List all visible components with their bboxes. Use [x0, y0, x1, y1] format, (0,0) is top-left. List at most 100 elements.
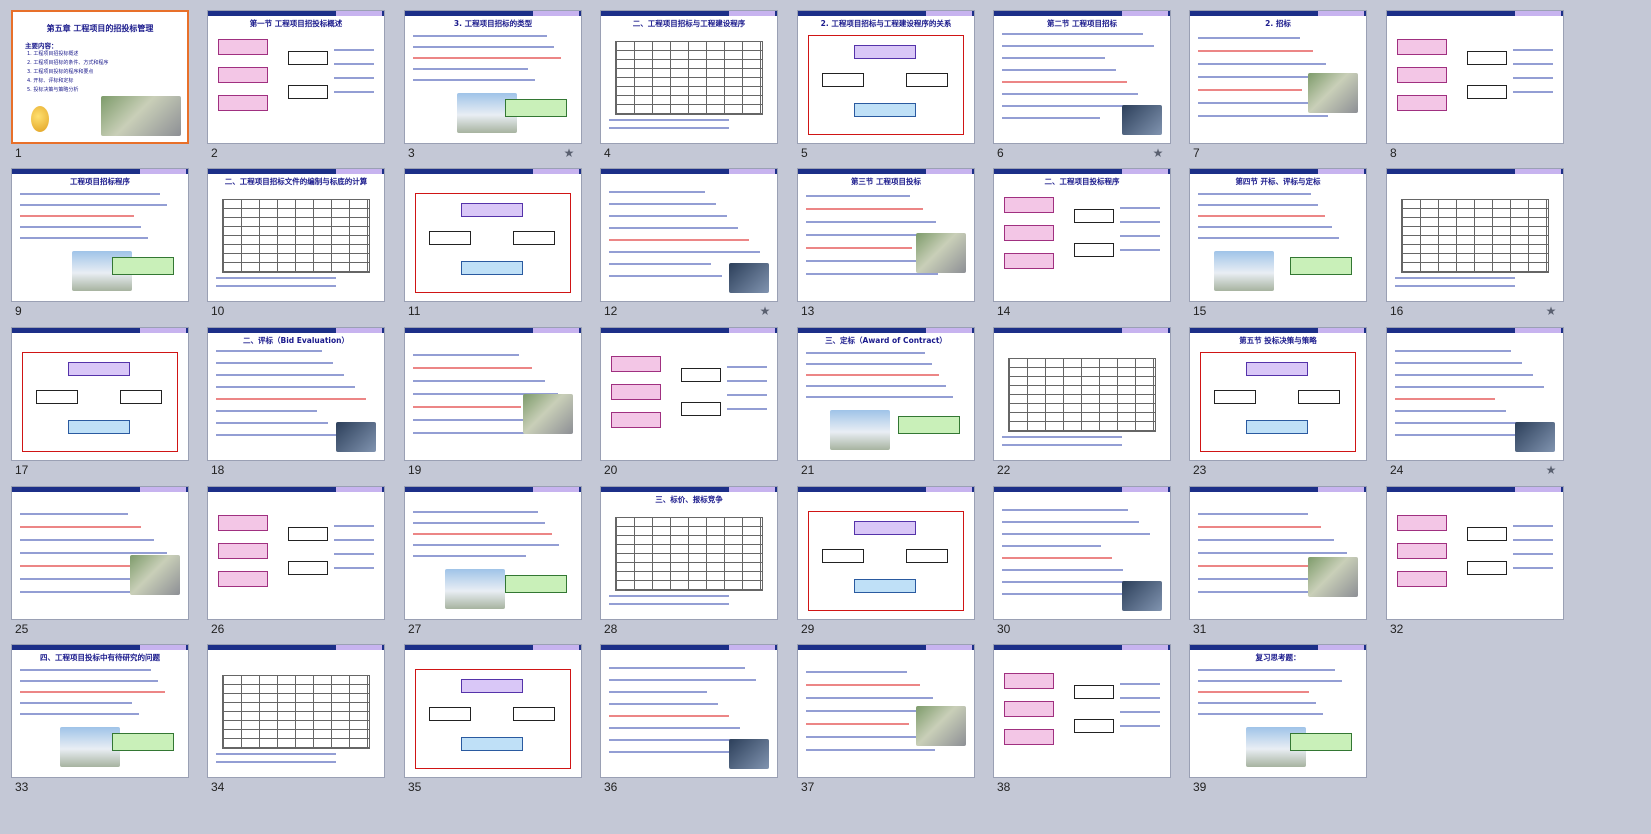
slide-thumbnail[interactable]: 二、评标（Bid Evaluation） [207, 327, 385, 461]
slide-thumbnail-cell[interactable]: 二、工程项目投标程序 14 [993, 168, 1171, 322]
slide-thumbnail-cell[interactable]: 37 [797, 644, 975, 798]
text-line [1002, 557, 1112, 559]
header-bar [1190, 169, 1366, 174]
diagram-box [611, 356, 661, 372]
slide-thumbnail-cell[interactable]: 12 ★ [600, 168, 778, 322]
animation-star-icon: ★ [1545, 304, 1557, 318]
slide-thumbnail-cell[interactable]: 30 [993, 486, 1171, 640]
slide-thumbnail-cell[interactable]: 第三节 工程项目投标 13 [797, 168, 975, 322]
slide-thumbnail[interactable]: 第五节 投标决策与策略 [1189, 327, 1367, 461]
slide-thumbnail[interactable] [600, 168, 778, 302]
slide-thumbnail[interactable]: 二、工程项目招标文件的编制与标底的计算 [207, 168, 385, 302]
slide-thumbnail[interactable] [993, 486, 1171, 620]
slide-thumbnail[interactable]: 二、工程项目投标程序 [993, 168, 1171, 302]
text-line [216, 285, 336, 287]
slide-thumbnail[interactable] [600, 644, 778, 778]
slide-thumbnail-cell[interactable]: 三、定标（Award of Contract） 21 [797, 327, 975, 481]
slide-thumbnail[interactable]: 第四节 开标、评标与定标 [1189, 168, 1367, 302]
slide-number: 24 [1390, 463, 1404, 477]
slide-thumbnail-cell[interactable]: 第四节 开标、评标与定标 15 [1189, 168, 1367, 322]
slide-thumbnail-cell[interactable]: 8 [1386, 10, 1564, 164]
slide-thumbnail-cell[interactable]: 31 [1189, 486, 1367, 640]
header-bar [601, 328, 777, 333]
text-line [413, 46, 554, 48]
slide-thumbnail[interactable] [404, 644, 582, 778]
slide-thumbnail[interactable] [993, 327, 1171, 461]
slide-thumbnail[interactable] [993, 644, 1171, 778]
slide-thumbnail[interactable]: 2. 工程项目招标与工程建设程序的关系 [797, 10, 975, 144]
slide-thumbnail[interactable] [404, 486, 582, 620]
slide-thumbnail-cell[interactable]: 19 [404, 327, 582, 481]
slide-thumbnail-cell[interactable]: 35 [404, 644, 582, 798]
slide-thumbnail-cell[interactable]: 25 [11, 486, 189, 640]
slide-thumbnail[interactable] [404, 168, 582, 302]
slide-thumbnail[interactable] [1189, 486, 1367, 620]
slide-thumbnail[interactable] [1386, 168, 1564, 302]
slide-thumbnail[interactable] [1386, 327, 1564, 461]
slide-thumbnail[interactable]: 第一节 工程项目招投标概述 [207, 10, 385, 144]
slide-thumbnail-cell[interactable]: 29 [797, 486, 975, 640]
diagram-box [681, 402, 721, 416]
slide-thumbnail-cell[interactable]: 2. 工程项目招标与工程建设程序的关系 5 [797, 10, 975, 164]
slide-thumbnail[interactable]: 二、工程项目招标与工程建设程序 [600, 10, 778, 144]
slide-thumbnail[interactable]: 3. 工程项目招标的类型 [404, 10, 582, 144]
slide-thumbnail[interactable] [11, 327, 189, 461]
diagram-box [461, 261, 523, 275]
slide-thumbnail-cell[interactable]: 二、工程项目招标文件的编制与标底的计算 10 [207, 168, 385, 322]
text-line [1513, 539, 1553, 541]
slide-thumbnail-cell[interactable]: 第一节 工程项目招投标概述 2 [207, 10, 385, 164]
slide-thumbnail-cell[interactable]: 11 [404, 168, 582, 322]
slide-thumbnail-cell[interactable]: 第五章 工程项目的招投标管理 主要内容： 1. 工程项目招投标概述 2. 工程项目招标… [11, 10, 189, 164]
slide-thumbnail[interactable] [797, 644, 975, 778]
slide-thumbnail[interactable] [11, 486, 189, 620]
slide-number: 37 [801, 780, 815, 794]
slide-thumbnail-cell[interactable]: 36 [600, 644, 778, 798]
slide-thumbnail-cell[interactable]: 24 ★ [1386, 327, 1564, 481]
diagram-box [1004, 225, 1054, 241]
slide-thumbnail[interactable]: 三、标价、报标竞争 [600, 486, 778, 620]
slide-thumbnail-cell[interactable]: 27 [404, 486, 582, 640]
slide-thumbnail[interactable]: 四、工程项目投标中有待研究的问题 [11, 644, 189, 778]
slide-thumbnail-cell[interactable]: 3. 工程项目招标的类型 3 ★ [404, 10, 582, 164]
slide-thumbnail[interactable]: 工程项目招标程序 [11, 168, 189, 302]
slide-thumbnail[interactable] [600, 327, 778, 461]
slide-thumbnail[interactable]: 复习思考题： [1189, 644, 1367, 778]
slide-thumbnail-cell[interactable]: 20 [600, 327, 778, 481]
header-tag [729, 328, 775, 333]
slide-thumbnail-cell[interactable]: 四、工程项目投标中有待研究的问题 33 [11, 644, 189, 798]
slide-thumbnail-cell[interactable]: 二、工程项目招标与工程建设程序 4 [600, 10, 778, 164]
slide-thumbnail[interactable] [207, 644, 385, 778]
slide-thumbnail-cell[interactable]: 32 [1386, 486, 1564, 640]
slide-thumbnail[interactable] [404, 327, 582, 461]
header-bar [405, 328, 581, 333]
slide-thumbnail[interactable]: 第五章 工程项目的招投标管理 主要内容： 1. 工程项目招投标概述 2. 工程项目招标… [11, 10, 189, 144]
slide-thumbnail[interactable]: 第二节 工程项目招标 [993, 10, 1171, 144]
header-bar [208, 487, 384, 492]
slide-thumbnail[interactable]: 第三节 工程项目投标 [797, 168, 975, 302]
text-line [806, 385, 946, 387]
diagram-box [461, 679, 523, 693]
slide-thumbnail[interactable]: 2. 招标 [1189, 10, 1367, 144]
slide-thumbnail[interactable] [207, 486, 385, 620]
slide-thumbnail-cell[interactable]: 17 [11, 327, 189, 481]
slide-title [16, 335, 184, 347]
slide-thumbnail-cell[interactable]: 2. 招标 7 [1189, 10, 1367, 164]
slide-thumbnail[interactable] [1386, 486, 1564, 620]
slide-thumbnail[interactable] [1386, 10, 1564, 144]
text-line [806, 671, 907, 673]
slide-thumbnail-cell[interactable]: 26 [207, 486, 385, 640]
diagram-box [1004, 701, 1054, 717]
diagram-box [288, 85, 328, 99]
slide-thumbnail-cell[interactable]: 22 [993, 327, 1171, 481]
slide-thumbnail-cell[interactable]: 工程项目招标程序 9 [11, 168, 189, 322]
slide-thumbnail[interactable]: 三、定标（Award of Contract） [797, 327, 975, 461]
slide-thumbnail-cell[interactable]: 38 [993, 644, 1171, 798]
slide-thumbnail[interactable] [797, 486, 975, 620]
slide-thumbnail-cell[interactable]: 34 [207, 644, 385, 798]
slide-thumbnail-cell[interactable]: 16 ★ [1386, 168, 1564, 322]
slide-thumbnail-cell[interactable]: 三、标价、报标竞争 28 [600, 486, 778, 640]
slide-thumbnail-cell[interactable]: 第二节 工程项目招标 6 ★ [993, 10, 1171, 164]
slide-thumbnail-cell[interactable]: 复习思考题： 39 [1189, 644, 1367, 798]
slide-thumbnail-cell[interactable]: 第五节 投标决策与策略 23 [1189, 327, 1367, 481]
slide-thumbnail-cell[interactable]: 二、评标（Bid Evaluation） 18 [207, 327, 385, 481]
